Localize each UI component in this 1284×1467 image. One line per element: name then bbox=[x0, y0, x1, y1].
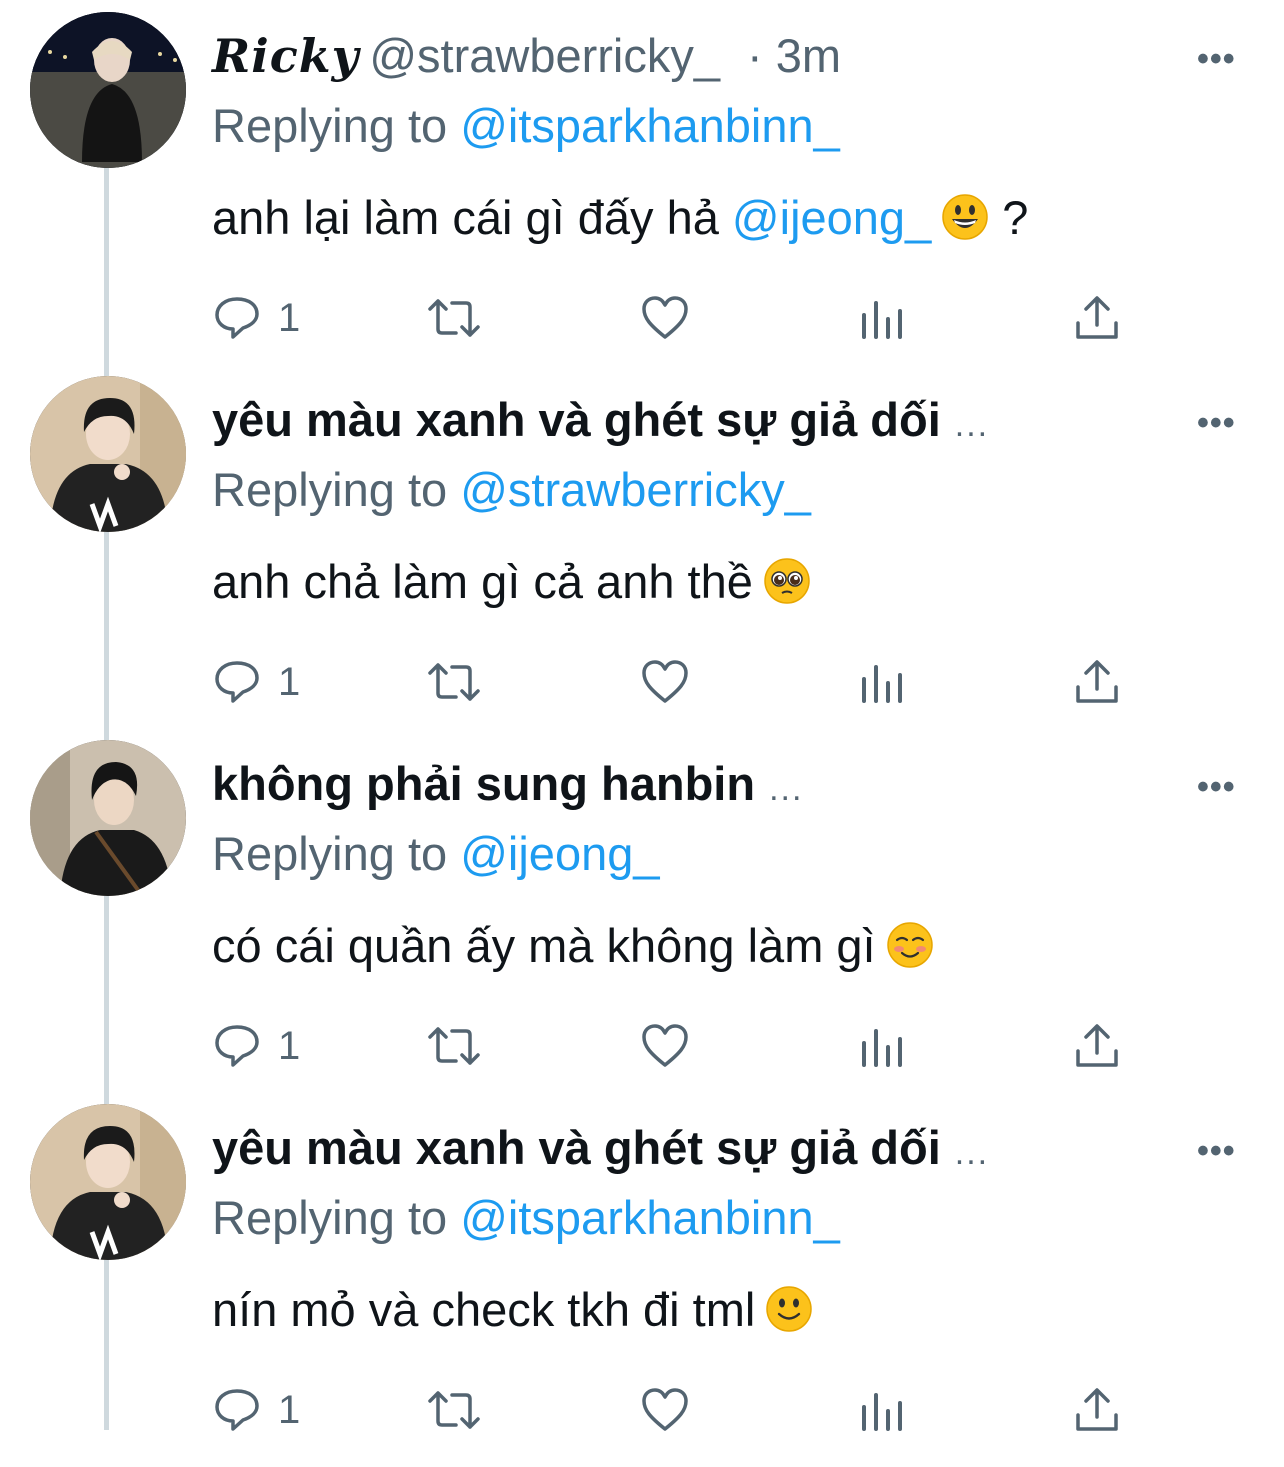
analytics-button[interactable] bbox=[857, 290, 907, 346]
display-name[interactable]: yêu màu xanh và ghét sự giả dối bbox=[212, 393, 941, 446]
tweet-header: không phải sung hanbin... bbox=[212, 756, 803, 812]
name-truncation: ... bbox=[954, 406, 990, 444]
tweet-header: yêu màu xanh và ghét sự giả dối... bbox=[212, 1120, 989, 1176]
retweet-icon bbox=[428, 1391, 480, 1429]
replying-label: Replying to bbox=[212, 1191, 461, 1244]
more-options-icon[interactable]: ••• bbox=[1197, 42, 1236, 76]
reply-count: 1 bbox=[278, 295, 301, 340]
analytics-button[interactable] bbox=[857, 1018, 907, 1074]
replying-to: Replying to @itsparkhanbinn_ bbox=[212, 98, 840, 153]
like-button[interactable] bbox=[640, 654, 690, 710]
analytics-icon bbox=[862, 301, 902, 339]
reply-button[interactable]: 1 bbox=[212, 290, 300, 346]
more-options-icon[interactable]: ••• bbox=[1197, 770, 1236, 804]
share-icon bbox=[1076, 296, 1118, 339]
timestamp[interactable]: · 3m bbox=[747, 29, 841, 82]
replying-label: Replying to bbox=[212, 827, 461, 880]
user-handle[interactable]: @strawberricky_ bbox=[369, 29, 720, 82]
avatar[interactable] bbox=[30, 12, 186, 168]
retweet-button[interactable] bbox=[426, 290, 482, 346]
reply-count: 1 bbox=[278, 659, 301, 704]
analytics-icon bbox=[862, 1029, 902, 1067]
tweet-text-part: nín mỏ và check tkh đi tml bbox=[212, 1283, 756, 1336]
analytics-icon bbox=[862, 1393, 902, 1431]
retweet-icon bbox=[428, 663, 480, 701]
retweet-icon bbox=[428, 299, 480, 337]
replying-label: Replying to bbox=[212, 99, 461, 152]
replying-label: Replying to bbox=[212, 463, 461, 516]
heart-icon bbox=[642, 296, 688, 339]
replying-to-mention[interactable]: @strawberricky_ bbox=[460, 463, 811, 516]
like-button[interactable] bbox=[640, 1018, 690, 1074]
tweet-text: anh lại làm cái gì đấy hả @ijeong_ ? bbox=[212, 190, 1028, 245]
text-mention[interactable]: @ijeong_ bbox=[732, 191, 931, 244]
display-name[interactable]: Ricky bbox=[212, 29, 359, 83]
reply-icon bbox=[215, 297, 259, 339]
like-button[interactable] bbox=[640, 290, 690, 346]
share-icon bbox=[1076, 1024, 1118, 1067]
avatar[interactable] bbox=[30, 376, 186, 532]
pleading-face-icon bbox=[764, 558, 810, 604]
retweet-icon bbox=[428, 1027, 480, 1065]
display-name[interactable]: yêu màu xanh và ghét sự giả dối bbox=[212, 1121, 941, 1174]
heart-icon bbox=[642, 1024, 688, 1067]
reply-button[interactable]: 1 bbox=[212, 654, 300, 710]
retweet-button[interactable] bbox=[426, 1018, 482, 1074]
tweet-text-part: anh lại làm cái gì đấy hả bbox=[212, 191, 732, 244]
more-options-icon[interactable]: ••• bbox=[1197, 1134, 1236, 1168]
share-button[interactable] bbox=[1072, 654, 1122, 710]
display-name[interactable]: không phải sung hanbin bbox=[212, 757, 755, 810]
reply-icon bbox=[215, 1389, 259, 1431]
avatar-photo bbox=[30, 12, 186, 168]
avatar-photo bbox=[30, 1104, 186, 1260]
tweet[interactable]: yêu màu xanh và ghét sự giả dối... ••• R… bbox=[0, 1104, 1284, 1467]
replying-to-mention[interactable]: @ijeong_ bbox=[460, 827, 659, 880]
tweet-text: có cái quần ấy mà không làm gì bbox=[212, 918, 934, 973]
share-icon bbox=[1076, 1388, 1118, 1431]
avatar[interactable] bbox=[30, 1104, 186, 1260]
more-options-icon[interactable]: ••• bbox=[1197, 406, 1236, 440]
action-bar: 1 bbox=[212, 290, 1132, 346]
tweet-text-suffix: ? bbox=[989, 191, 1029, 244]
share-icon bbox=[1076, 660, 1118, 703]
smiling-face-icon bbox=[886, 922, 933, 968]
reply-button[interactable]: 1 bbox=[212, 1018, 300, 1074]
reply-count: 1 bbox=[278, 1023, 301, 1068]
share-button[interactable] bbox=[1072, 1018, 1122, 1074]
tweet[interactable]: yêu màu xanh và ghét sự giả dối... ••• R… bbox=[0, 376, 1284, 739]
tweet[interactable]: Ricky @strawberricky_ · 3m ••• Replying t… bbox=[0, 12, 1284, 375]
tweet-text: anh chả làm gì cả anh thề bbox=[212, 554, 811, 609]
tweet-text-part: có cái quần ấy mà không làm gì bbox=[212, 919, 876, 972]
replying-to: Replying to @ijeong_ bbox=[212, 826, 660, 881]
share-button[interactable] bbox=[1072, 290, 1122, 346]
slightly-smiling-face-icon bbox=[766, 1286, 813, 1332]
reply-icon bbox=[215, 1025, 259, 1067]
grinning-face-icon bbox=[942, 194, 988, 240]
action-bar: 1 bbox=[212, 1018, 1132, 1074]
tweet-text: nín mỏ và check tkh đi tml bbox=[212, 1282, 813, 1337]
replying-to: Replying to @strawberricky_ bbox=[212, 462, 811, 517]
retweet-button[interactable] bbox=[426, 654, 482, 710]
avatar-photo bbox=[30, 376, 186, 532]
replying-to: Replying to @itsparkhanbinn_ bbox=[212, 1190, 840, 1245]
tweet-header: yêu màu xanh và ghét sự giả dối... bbox=[212, 392, 989, 448]
heart-icon bbox=[642, 1388, 688, 1431]
reply-icon bbox=[215, 661, 259, 703]
action-bar: 1 bbox=[212, 654, 1132, 710]
tweet[interactable]: không phải sung hanbin... ••• Replying t… bbox=[0, 740, 1284, 1103]
name-truncation: ... bbox=[954, 1134, 990, 1172]
avatar-photo bbox=[30, 740, 186, 896]
analytics-button[interactable] bbox=[857, 654, 907, 710]
avatar[interactable] bbox=[30, 740, 186, 896]
tweet-text-part: anh chả làm gì cả anh thề bbox=[212, 555, 753, 608]
analytics-icon bbox=[862, 665, 902, 703]
replying-to-mention[interactable]: @itsparkhanbinn_ bbox=[460, 1191, 840, 1244]
heart-icon bbox=[642, 660, 688, 703]
tweet-header: Ricky @strawberricky_ · 3m bbox=[212, 28, 841, 84]
reply-count: 1 bbox=[278, 1387, 301, 1432]
name-truncation: ... bbox=[769, 770, 804, 808]
replying-to-mention[interactable]: @itsparkhanbinn_ bbox=[460, 99, 840, 152]
